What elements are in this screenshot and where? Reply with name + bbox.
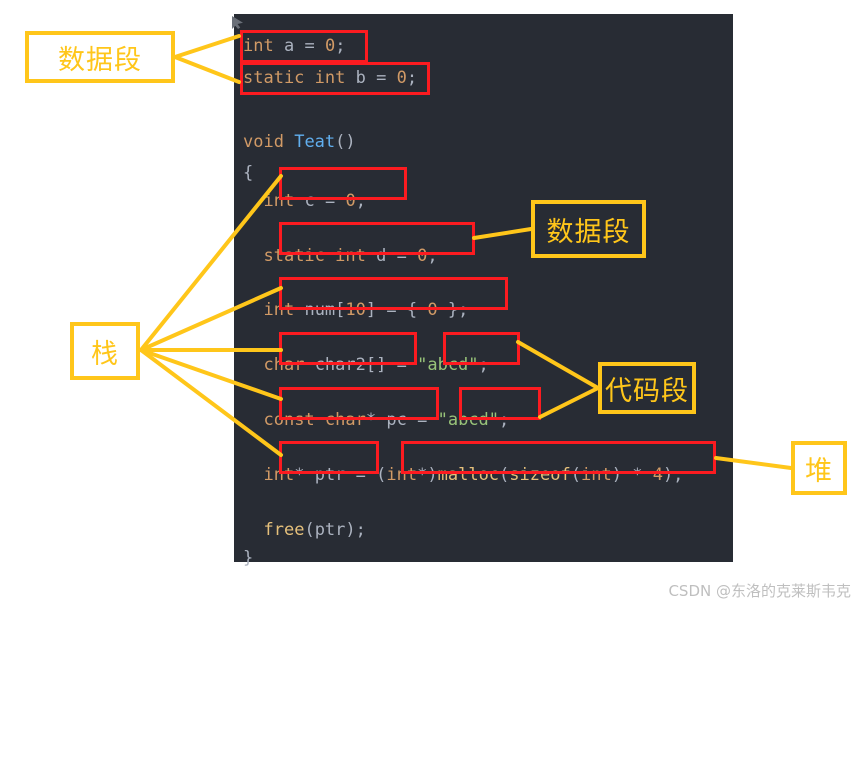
callout-stack[interactable]: 栈	[70, 322, 140, 380]
callout-heap[interactable]: 堆	[791, 441, 847, 495]
callout-stack-label: 栈	[91, 338, 119, 370]
code-block: int a = 0; static int b = 0; void Teat()…	[234, 14, 733, 568]
csdn-watermark: CSDN @东洛的克莱斯韦克	[668, 582, 851, 600]
connector-data1-to-int-a	[173, 34, 241, 59]
code-line-int-a: int a = 0;	[243, 36, 346, 56]
code-line-static-int-d: static int d = 0;	[263, 246, 438, 266]
callout-code-segment-label: 代码段	[605, 375, 689, 407]
code-line-int-ptr-malloc: int* ptr = (int*)malloc(sizeof(int) * 4)…	[263, 465, 684, 485]
code-line-void-teat: void Teat()	[243, 132, 356, 152]
connector-data1-to-static-b	[173, 55, 241, 84]
callout-data-segment-2-label: 数据段	[546, 216, 631, 248]
callout-code-segment[interactable]: 代码段	[598, 362, 696, 414]
code-line-free-ptr: free(ptr);	[263, 520, 366, 540]
code-line-const-charp-pc: const char* pc = "abcd";	[263, 410, 510, 430]
callout-heap-label: 堆	[805, 455, 833, 487]
callout-data-segment-1-label: 数据段	[58, 44, 142, 76]
code-line-static-int-b: static int b = 0;	[243, 68, 418, 88]
code-editor-panel[interactable]: int a = 0; static int b = 0; void Teat()…	[234, 14, 733, 568]
code-line-int-num: int num[10] = { 0 };	[263, 300, 469, 320]
callout-data-segment-2[interactable]: 数据段	[531, 200, 646, 258]
code-line-close-brace: }	[243, 548, 254, 568]
code-line-int-c: int c = 0;	[263, 191, 366, 211]
code-line-open-brace: {	[243, 163, 254, 183]
code-line-char-char2: char char2[] = "abcd";	[263, 355, 489, 375]
screenshot-canvas: int a = 0; static int b = 0; void Teat()…	[0, 0, 863, 609]
callout-data-segment-1[interactable]: 数据段	[25, 31, 175, 83]
